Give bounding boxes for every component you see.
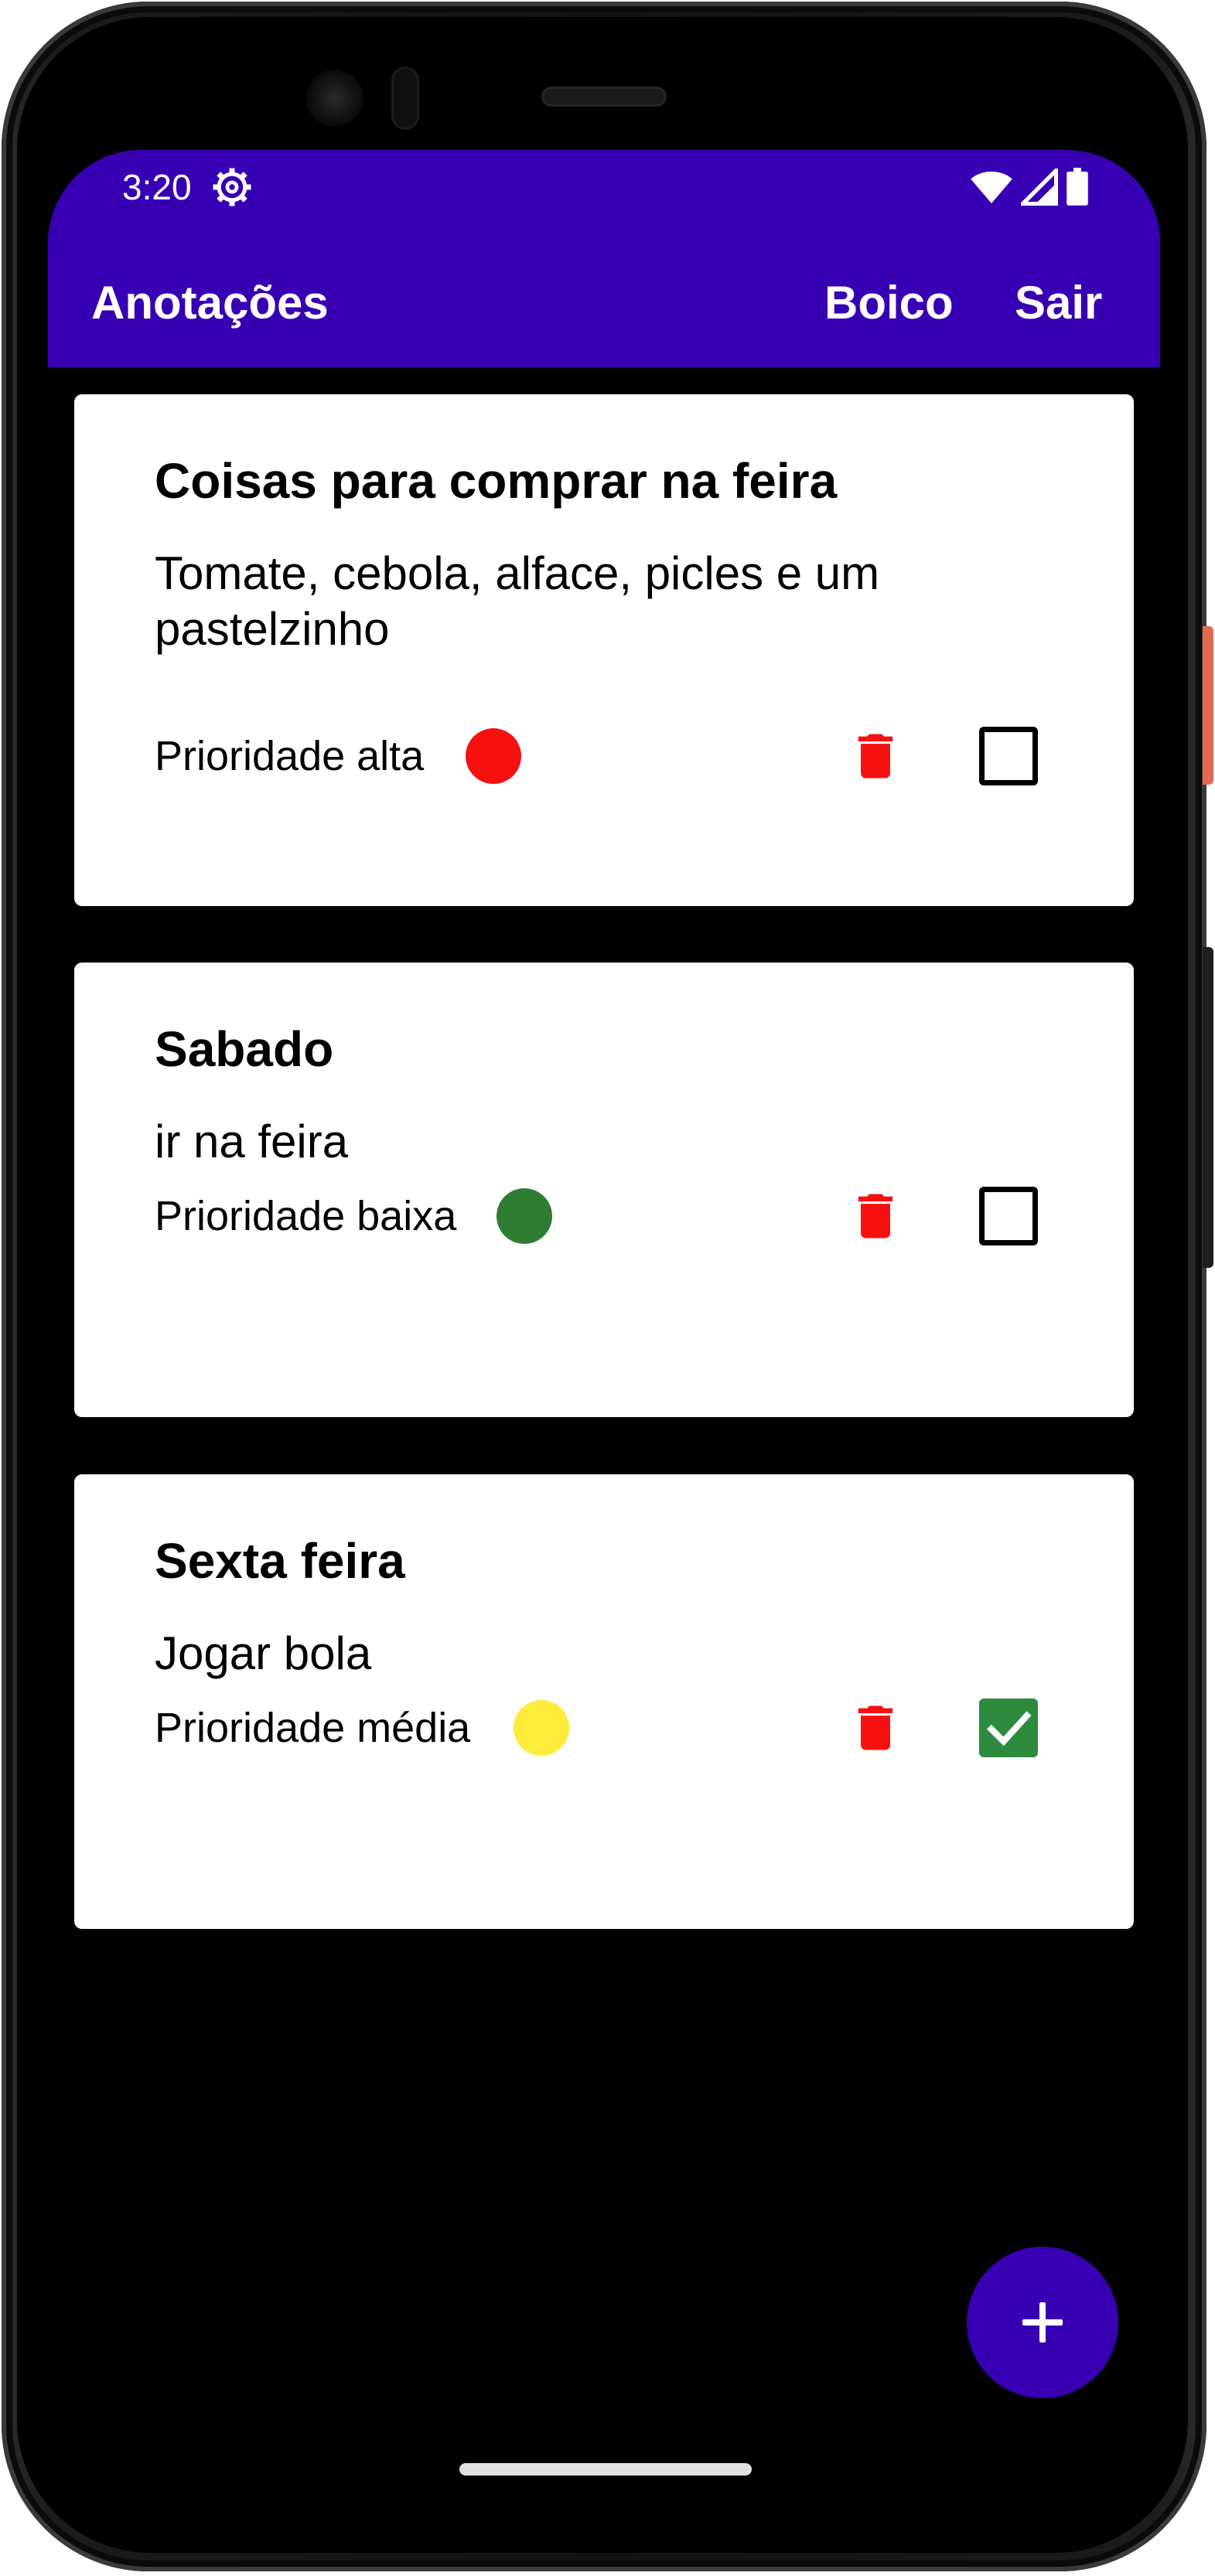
note-description: ir na feira — [155, 1116, 349, 1167]
home-indicator[interactable] — [459, 2463, 752, 2475]
settings-gear-icon — [213, 168, 251, 206]
status-time: 3:20 — [122, 167, 192, 207]
plus-icon-stroke — [1039, 2302, 1046, 2343]
done-checkbox[interactable] — [979, 727, 1038, 785]
front-sensor — [391, 66, 419, 130]
wifi-icon — [971, 171, 1012, 203]
done-checkbox[interactable] — [979, 1187, 1038, 1245]
boico-button[interactable]: Boico — [824, 276, 954, 330]
note-footer: Prioridade alta — [155, 727, 1052, 785]
priority-label: Prioridade alta — [155, 733, 425, 779]
trash-icon[interactable] — [846, 1699, 905, 1757]
sair-button[interactable]: Sair — [1015, 276, 1102, 330]
note-title: Coisas para comprar na feira — [155, 453, 838, 509]
add-note-button[interactable] — [967, 2247, 1118, 2398]
priority-indicator — [466, 728, 521, 784]
status-bar: 3:20 — [48, 150, 1160, 239]
note-footer: Prioridade baixa — [155, 1187, 1052, 1245]
power-button — [1203, 626, 1213, 785]
earpiece-speaker — [541, 87, 667, 107]
trash-icon[interactable] — [846, 727, 905, 785]
note-card[interactable]: Coisas para comprar na feira Tomate, ceb… — [74, 394, 1134, 906]
note-title: Sexta feira — [155, 1533, 405, 1589]
battery-icon — [1067, 168, 1088, 206]
trash-icon[interactable] — [846, 1187, 905, 1245]
priority-label: Prioridade baixa — [155, 1193, 457, 1239]
checkmark-icon — [987, 1711, 1032, 1746]
cell-signal-icon — [1021, 169, 1058, 206]
app-bar: Anotações Boico Sair — [48, 239, 1160, 367]
done-checkbox[interactable] — [979, 1699, 1038, 1757]
priority-indicator — [514, 1700, 569, 1756]
note-title: Sabado — [155, 1021, 334, 1077]
note-description: Jogar bola — [155, 1627, 372, 1679]
app-title: Anotações — [91, 277, 329, 329]
note-card[interactable]: Sexta feira Jogar bola Prioridade média — [74, 1474, 1134, 1929]
priority-indicator — [497, 1188, 552, 1244]
volume-button — [1203, 947, 1213, 1268]
note-description: Tomate, cebola, alface, picles e um past… — [155, 547, 880, 655]
device-frame: 3:20 Anotações Boico Sair Coisas para co… — [0, 0, 1215, 2576]
status-icons — [970, 164, 1089, 210]
note-footer: Prioridade média — [155, 1699, 1052, 1757]
priority-label: Prioridade média — [155, 1705, 471, 1751]
screen: 3:20 Anotações Boico Sair Coisas para co… — [48, 150, 1160, 2503]
note-card[interactable]: Sabado ir na feira Prioridade baixa — [74, 963, 1134, 1417]
front-camera — [306, 70, 363, 127]
